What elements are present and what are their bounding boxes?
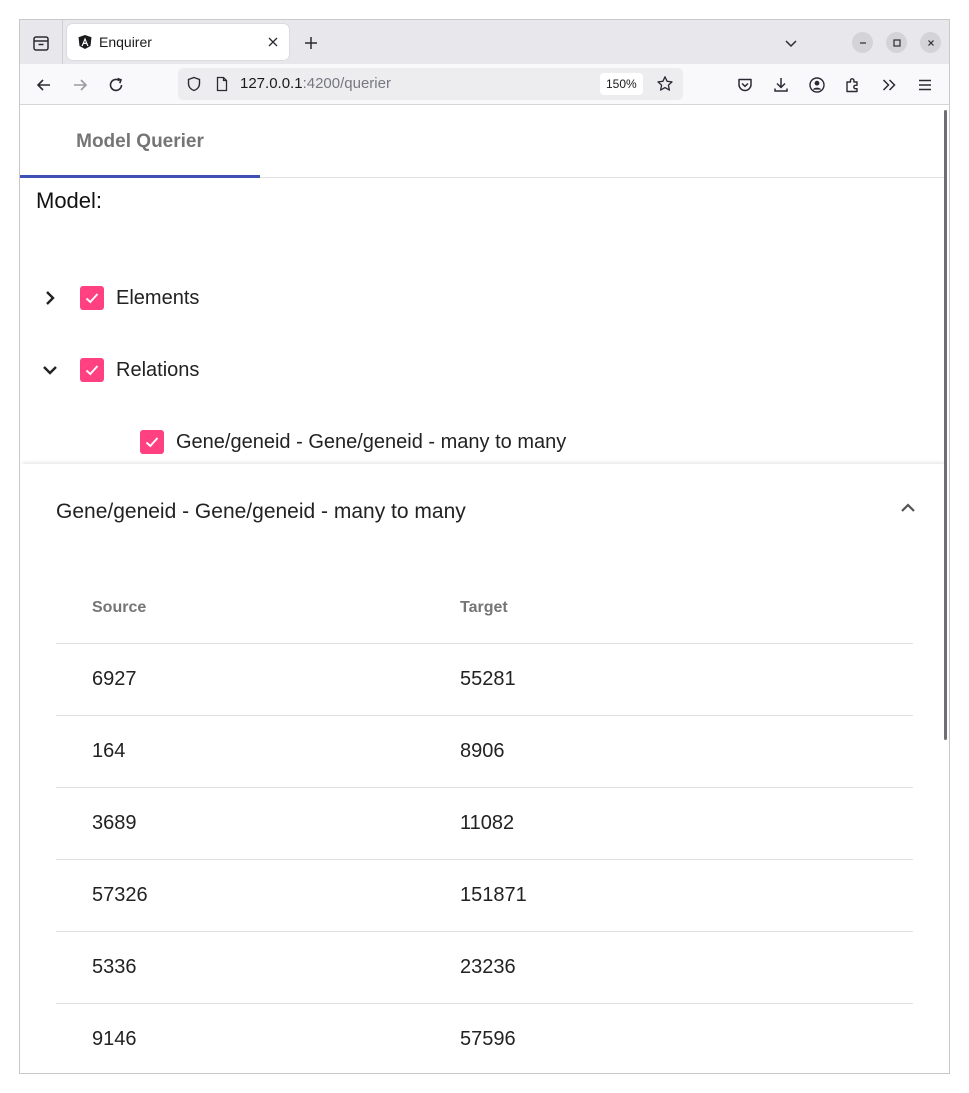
tab-close-button[interactable]	[261, 30, 285, 54]
maximize-button[interactable]	[886, 32, 907, 53]
more-tools-button[interactable]	[874, 70, 904, 100]
chevron-down-icon	[43, 366, 57, 375]
target-cell: 8906	[460, 740, 505, 762]
shield-icon	[187, 76, 201, 92]
account-icon	[809, 77, 825, 93]
bookmark-button[interactable]	[655, 74, 675, 94]
extensions-button[interactable]	[838, 70, 868, 100]
source-cell: 5336	[92, 956, 137, 978]
close-icon	[268, 37, 278, 47]
model-label: Model:	[36, 188, 103, 213]
source-cell: 6927	[92, 668, 137, 690]
arrow-left-icon	[36, 79, 50, 91]
reload-icon	[109, 77, 123, 92]
table-header-row: Source Target	[56, 572, 913, 644]
tab-group-header: Model Querier	[20, 106, 947, 178]
collapse-relations-toggle[interactable]	[34, 354, 66, 386]
panel-collapse-toggle[interactable]	[894, 494, 922, 522]
forward-button[interactable]	[65, 70, 95, 100]
plus-icon	[305, 37, 317, 49]
target-cell: 57596	[460, 1028, 516, 1050]
double-chevron-right-icon	[882, 79, 896, 91]
relation-child-checkbox[interactable]	[140, 430, 164, 454]
close-icon	[927, 39, 934, 46]
expand-elements-toggle[interactable]	[34, 282, 66, 314]
target-cell: 55281	[460, 668, 516, 690]
tab-list-button[interactable]	[26, 28, 56, 58]
download-icon	[774, 78, 788, 92]
tab-model-querier[interactable]: Model Querier	[20, 106, 260, 178]
target-cell: 151871	[460, 884, 527, 906]
tree-node-elements: Elements	[34, 274, 199, 322]
tab-separator	[62, 20, 63, 64]
tab-ink-bar	[20, 175, 260, 178]
chevron-up-icon	[901, 503, 915, 512]
checkmark-icon	[145, 437, 159, 448]
tracking-protection-button[interactable]	[184, 74, 204, 94]
column-header-source: Source	[92, 598, 147, 616]
page-scrollbar[interactable]	[944, 110, 947, 740]
url-path: :4200/querier	[302, 75, 391, 92]
list-all-tabs-button[interactable]	[776, 28, 806, 58]
navigation-toolbar: 127.0.0.1:4200/querier 150%	[20, 64, 949, 105]
hamburger-menu-icon	[919, 79, 931, 91]
table-row: 6927 55281	[56, 644, 913, 716]
reload-button[interactable]	[101, 70, 131, 100]
url-text[interactable]: 127.0.0.1:4200/querier	[240, 75, 391, 92]
source-cell: 57326	[92, 884, 148, 906]
page-content: Model Querier Model: Elements Relations …	[20, 106, 949, 1073]
elements-checkbox[interactable]	[80, 286, 104, 310]
source-cell: 3689	[92, 812, 137, 834]
tab-strip: Enquirer	[20, 20, 949, 64]
checkmark-icon	[85, 365, 99, 376]
puzzle-piece-icon	[846, 78, 858, 93]
table-row: 57326 151871	[56, 860, 913, 932]
chevron-right-icon	[46, 291, 55, 305]
relations-label: Relations	[116, 358, 200, 381]
browser-window: Enquirer 127.0.0.1:4200/querier 150% Mod…	[19, 19, 950, 1074]
zoom-reset-button[interactable]: 150%	[600, 73, 643, 95]
chevron-down-icon	[785, 40, 797, 48]
downloads-button[interactable]	[766, 70, 796, 100]
close-window-button[interactable]	[920, 32, 941, 53]
pocket-icon	[738, 78, 752, 92]
new-tab-button[interactable]	[296, 28, 326, 58]
target-cell: 11082	[460, 812, 515, 834]
elements-label: Elements	[116, 286, 200, 309]
source-cell: 164	[92, 740, 126, 762]
tab-title: Enquirer	[99, 34, 152, 50]
star-icon	[657, 76, 673, 91]
maximize-icon	[892, 38, 901, 47]
angular-favicon-icon	[78, 35, 92, 49]
source-cell: 9146	[92, 1028, 137, 1050]
url-host: 127.0.0.1	[240, 75, 303, 92]
account-button[interactable]	[802, 70, 832, 100]
page-icon	[216, 76, 228, 92]
table-row: 9146 57596	[56, 1004, 913, 1073]
minimize-icon	[859, 41, 866, 44]
target-cell: 23236	[460, 956, 516, 978]
table-row: 5336 23236	[56, 932, 913, 1004]
browser-tab-active[interactable]: Enquirer	[67, 24, 289, 60]
column-header-target: Target	[460, 598, 508, 616]
relation-expansion-panel: Gene/geneid - Gene/geneid - many to many…	[20, 464, 947, 1073]
tree-node-relations: Relations	[34, 346, 199, 394]
table-row: 3689 11082	[56, 788, 913, 860]
relation-child-label: Gene/geneid - Gene/geneid - many to many	[176, 430, 567, 453]
app-menu-button[interactable]	[910, 70, 940, 100]
site-info-button[interactable]	[212, 74, 232, 94]
back-button[interactable]	[29, 70, 59, 100]
tree-node-relation-child: Gene/geneid - Gene/geneid - many to many	[140, 418, 566, 466]
relations-table: Source Target 6927 55281 164 8906 3689 1…	[56, 572, 913, 1073]
checkmark-icon	[85, 293, 99, 304]
relations-checkbox[interactable]	[80, 358, 104, 382]
minimize-button[interactable]	[852, 32, 873, 53]
table-row: 164 8906	[56, 716, 913, 788]
url-bar[interactable]: 127.0.0.1:4200/querier 150%	[178, 68, 683, 100]
pocket-button[interactable]	[730, 70, 760, 100]
panel-title[interactable]: Gene/geneid - Gene/geneid - many to many	[56, 500, 466, 524]
tab-list-icon	[33, 36, 49, 51]
arrow-right-icon	[74, 79, 88, 91]
